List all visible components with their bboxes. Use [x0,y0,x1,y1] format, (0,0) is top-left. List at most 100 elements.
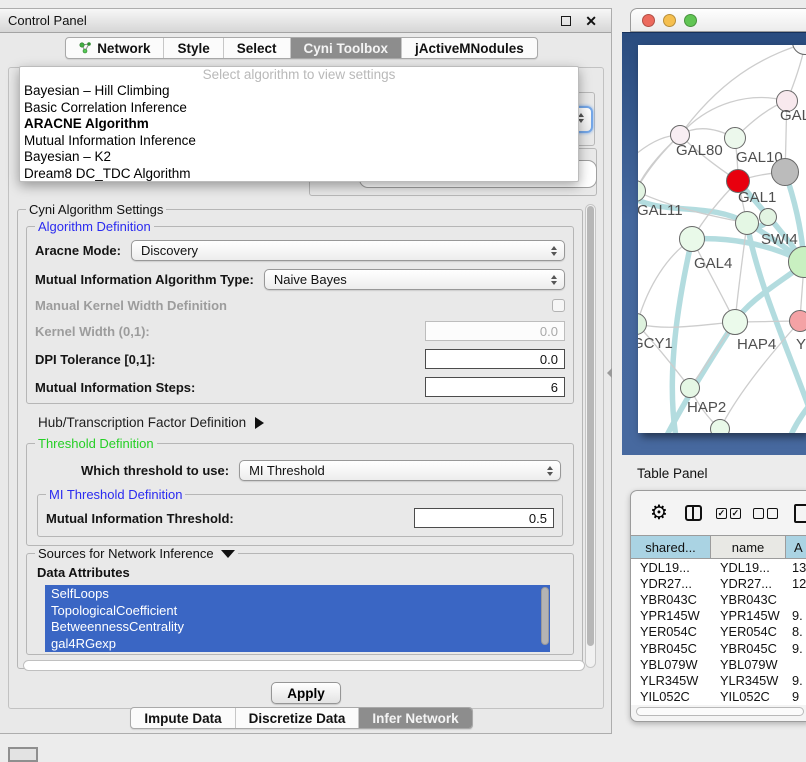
expand-right-icon[interactable] [255,417,264,429]
table-row-yil052c[interactable]: YIL052CYIL052C9 [631,689,806,705]
algorithm-option-aracne-algorithm[interactable]: ARACNE Algorithm [20,116,578,133]
data-attributes-list[interactable]: SelfLoopsTopologicalCoefficientBetweenne… [45,585,550,652]
which-threshold-select[interactable]: MI Threshold [239,460,561,481]
table-row-ylr345w[interactable]: YLR345WYLR345W9. [631,672,806,688]
table-row-ybl079w[interactable]: YBL079WYBL079W [631,656,806,672]
document-icon[interactable] [794,504,806,523]
table-cell: 12 [786,576,806,591]
network-node[interactable] [771,158,799,186]
table-panel-title: Table Panel [622,459,806,487]
column-header-a[interactable]: A [786,536,806,558]
kernel-width-field[interactable]: 0.0 [425,321,565,341]
tab-jactivemnodules[interactable]: jActiveMNodules [402,38,537,58]
algorithm-option-mutual-information-inference[interactable]: Mutual Information Inference [20,133,578,150]
column-header-shared[interactable]: shared... [631,536,711,558]
attribute-item-topologicalcoefficient[interactable]: TopologicalCoefficient [45,602,550,619]
panel-splitter-handle[interactable] [607,368,612,378]
algorithm-option-bayesian-k2[interactable]: Bayesian – K2 [20,149,578,166]
node-label-gal4: GAL4 [694,255,732,272]
table-cell: 9 [786,689,806,704]
mi-threshold-title: MI Threshold Definition [46,487,185,502]
algorithm-dropdown: Select algorithm to view settings Bayesi… [19,66,579,182]
hub-definition-expander[interactable]: Hub/Transcription Factor Definition [38,415,570,430]
sources-group: Sources for Network Inference Data Attri… [26,546,574,655]
partial-button[interactable] [8,747,38,762]
network-window-frame: GALGAL80GAL10GAL1GAL11SWI4GAL4GCY1HAP4YH… [622,32,806,455]
table-row-ydr27[interactable]: YDR27...YDR27...12 [631,575,806,591]
algorithm-definition-title: Algorithm Definition [35,219,154,234]
table-cell: 8. [786,624,806,639]
zoom-traffic-light[interactable] [684,14,697,27]
select-all-checks-icon[interactable]: ✓ ✓ [716,508,741,519]
sources-title-text: Sources for Network Inference [38,546,214,561]
mi-threshold-group: MI Threshold Definition Mutual Informati… [37,487,563,537]
table-row-ybr045c[interactable]: YBR045CYBR045C9. [631,640,806,656]
algorithm-option-bayesian-hill-climbing[interactable]: Bayesian – Hill Climbing [20,83,578,100]
network-node-hap4[interactable] [722,309,748,335]
network-node[interactable] [710,419,730,433]
table-cell: YLR345W [711,673,786,688]
table-cell: YBL079W [711,657,786,672]
checked-box-icon: ✓ [730,508,741,519]
tab-label: Impute Data [144,711,221,726]
attribute-item-gal4rgexp[interactable]: gal4RGexp [45,635,550,652]
table-cell: YIL052C [631,689,711,704]
mi-threshold-field[interactable]: 0.5 [414,508,554,528]
settings-horizontal-scrollbar[interactable] [23,660,585,671]
network-canvas[interactable]: GALGAL80GAL10GAL1GAL11SWI4GAL4GCY1HAP4YH… [638,45,806,433]
apply-button[interactable]: Apply [271,682,341,704]
network-node[interactable] [735,211,759,235]
tab-select[interactable]: Select [224,38,291,58]
tab-label: Discretize Data [249,711,346,726]
column-header-name[interactable]: name [711,536,786,558]
close-window-icon[interactable]: ✕ [585,14,597,28]
table-cell: YBR043C [711,592,786,607]
dpi-tolerance-field[interactable]: 0.0 [425,349,565,369]
deselect-checks-icon[interactable] [753,508,778,519]
table-row-ypr145w[interactable]: YPR145WYPR145W9. [631,608,806,624]
table-cell: YDR27... [631,576,711,591]
stepper-icon [551,246,557,256]
split-columns-icon[interactable] [685,505,702,521]
tab-cyni-toolbox[interactable]: Cyni Toolbox [291,38,403,58]
mi-type-select[interactable]: Naive Bayes [264,269,565,290]
settings-gear-icon[interactable]: ⚙ [650,503,668,523]
tab-network[interactable]: Network [66,38,164,58]
kernel-width-value: 0.0 [540,324,558,339]
tab-impute-data[interactable]: Impute Data [131,708,235,728]
network-node-gal4[interactable] [679,226,705,252]
table-cell: 13 [786,560,806,575]
table-row-ybr043c[interactable]: YBR043CYBR043C [631,591,806,607]
network-node-swi4[interactable] [759,208,777,226]
stepper-icon [547,466,553,476]
attribute-item-selfloops[interactable]: SelfLoops [45,585,550,602]
table-row-yer054c[interactable]: YER054CYER054C8. [631,624,806,640]
network-node-gal10[interactable] [724,127,746,149]
collapse-down-icon[interactable] [221,550,235,558]
tab-discretize-data[interactable]: Discretize Data [236,708,360,728]
node-label-swi4: SWI4 [761,231,798,248]
algorithm-option-dream8-dc-tdc-algorithm[interactable]: Dream8 DC_TDC Algorithm [20,166,578,183]
table-cell: YBR043C [631,592,711,607]
tab-style[interactable]: Style [164,38,223,58]
hub-definition-label: Hub/Transcription Factor Definition [38,415,246,430]
mi-steps-field[interactable]: 6 [425,377,565,397]
top-tab-bar: NetworkStyleSelectCyni ToolboxjActiveMNo… [0,37,603,59]
close-traffic-light[interactable] [642,14,655,27]
table-horizontal-scrollbar[interactable] [636,707,804,716]
float-window-icon[interactable] [561,16,571,26]
network-node-y[interactable] [789,310,806,332]
network-node-hap2[interactable] [680,378,700,398]
minimize-traffic-light[interactable] [663,14,676,27]
unchecked-box-icon [767,508,778,519]
table-row-ydl19[interactable]: YDL19...YDL19...13 [631,559,806,575]
network-window-titlebar[interactable] [630,8,806,32]
aracne-mode-value: Discovery [141,243,198,258]
aracne-mode-select[interactable]: Discovery [131,240,565,261]
settings-vertical-scrollbar[interactable] [585,204,596,668]
tab-infer-network[interactable]: Infer Network [359,708,471,728]
attribute-item-betweennesscentrality[interactable]: BetweennessCentrality [45,618,550,635]
attributes-scrollbar[interactable] [541,587,549,645]
manual-kernel-checkbox[interactable] [552,299,565,312]
algorithm-option-basic-correlation-inference[interactable]: Basic Correlation Inference [20,100,578,117]
